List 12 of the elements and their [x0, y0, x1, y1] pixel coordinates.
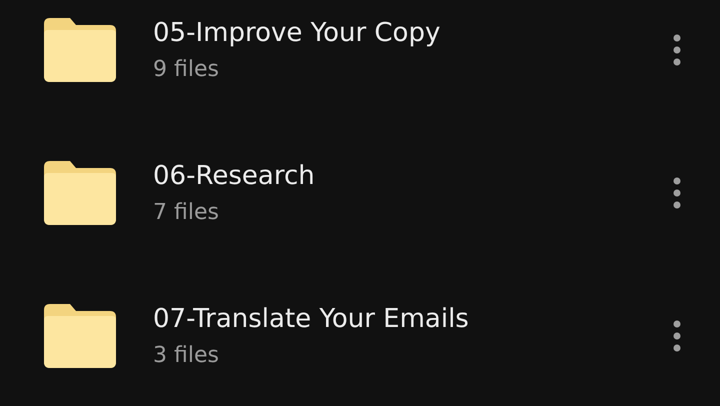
- folder-name: 06-Research: [153, 160, 316, 193]
- folder-icon: [44, 161, 116, 225]
- folder-icon: [44, 18, 116, 82]
- folder-name: 05-Improve Your Copy: [153, 17, 442, 50]
- folder-icon: [44, 304, 116, 368]
- folder-name: 07-Translate Your Emails: [153, 303, 470, 336]
- file-count: 3 files: [153, 342, 220, 370]
- more-vertical-icon[interactable]: [672, 319, 682, 353]
- more-vertical-icon[interactable]: [672, 176, 682, 210]
- more-vertical-icon[interactable]: [672, 33, 682, 67]
- file-count: 7 files: [153, 199, 220, 227]
- file-count: 9 files: [153, 56, 220, 84]
